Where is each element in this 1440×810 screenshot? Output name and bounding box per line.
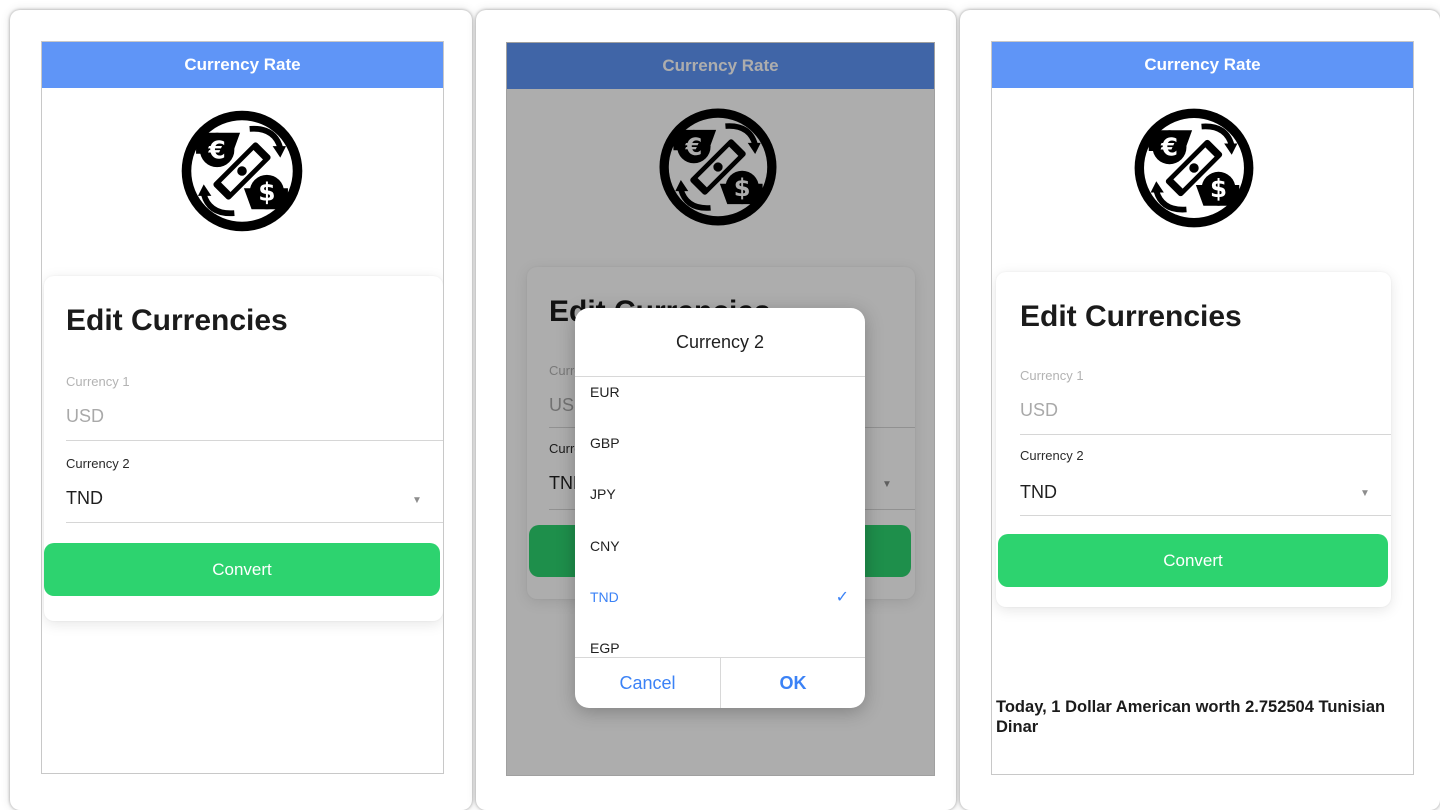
currency-exchange-icon: € $ [181, 110, 303, 232]
currency-1-field: USD [66, 406, 105, 426]
phone-screen-1: Currency Rate € $ Edit Currencies Curren… [41, 41, 444, 774]
picker-option-tnd[interactable]: TND ✓ [575, 577, 865, 617]
caret-down-icon[interactable]: ▼ [412, 495, 422, 506]
phone-screen-3: Currency Rate € $ Edit Currencies Curren… [991, 41, 1414, 775]
screen-1-frame: Currency Rate € $ Edit Currencies Curren… [10, 10, 472, 810]
picker-option-jpy[interactable]: JPY [575, 474, 865, 514]
picker-option-label: TND [590, 589, 619, 605]
screen-2-frame: Currency Rate € $ Edit Currencies Curren… [476, 10, 956, 810]
currency-2-picker-dialog: Currency 2 EUR GBP JPY CNY TND ✓ EGP Can… [575, 308, 865, 708]
picker-cancel-button[interactable]: Cancel [575, 658, 720, 708]
caret-down-icon[interactable]: ▼ [1360, 488, 1370, 499]
app-title: Currency Rate [184, 55, 301, 74]
currency-1-label: Currency 1 [1020, 368, 1084, 383]
picker-option-gbp[interactable]: GBP [575, 423, 865, 463]
currency-1-field: USD [1020, 400, 1059, 420]
svg-text:$: $ [258, 178, 275, 207]
currency-2-select[interactable]: TND [66, 488, 103, 509]
picker-ok-button[interactable]: OK [721, 658, 865, 708]
edit-currencies-card: Edit Currencies Currency 1 USD Currency … [44, 276, 443, 621]
picker-option-eur[interactable]: EUR [575, 372, 865, 412]
currency-2-select[interactable]: TND [1020, 482, 1057, 503]
svg-text:$: $ [1210, 174, 1227, 203]
svg-text:€: € [1160, 133, 1178, 162]
picker-title: Currency 2 [675, 331, 765, 352]
checkmark-icon: ✓ [835, 589, 849, 606]
convert-button[interactable]: Convert [44, 543, 440, 596]
card-title: Edit Currencies [1020, 300, 1242, 333]
currency-2-underline [66, 522, 443, 523]
currency-2-label: Currency 2 [66, 456, 130, 471]
currency-2-label: Currency 2 [1020, 448, 1084, 463]
currency-1-underline [1020, 434, 1391, 435]
picker-option-cny[interactable]: CNY [575, 526, 865, 566]
app-bar: Currency Rate [42, 42, 443, 88]
phone-screen-2: Currency Rate € $ Edit Currencies Curren… [506, 42, 935, 776]
currency-exchange-icon: € $ [1134, 108, 1254, 228]
app-title: Currency Rate [1144, 55, 1261, 74]
currency-1-underline [66, 440, 443, 441]
edit-currencies-card: Edit Currencies Currency 1 USD Currency … [996, 272, 1391, 607]
conversion-result: Today, 1 Dollar American worth 2.752504 … [996, 698, 1386, 736]
card-title: Edit Currencies [66, 304, 288, 337]
currency-2-underline [1020, 515, 1391, 516]
svg-text:€: € [207, 136, 225, 165]
currency-1-label: Currency 1 [66, 374, 130, 389]
screen-3-frame: Currency Rate € $ Edit Currencies Curren… [960, 10, 1440, 810]
app-bar: Currency Rate [992, 42, 1413, 88]
convert-button[interactable]: Convert [998, 534, 1388, 587]
